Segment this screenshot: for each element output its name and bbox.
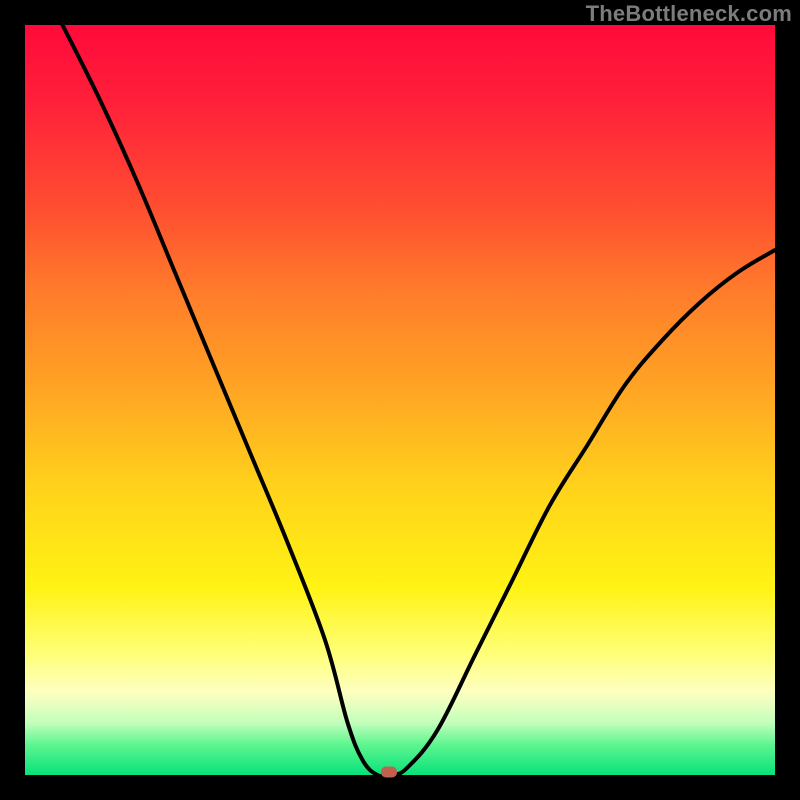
bottleneck-curve <box>25 25 775 775</box>
watermark-text: TheBottleneck.com <box>586 1 792 27</box>
chart-frame: TheBottleneck.com <box>0 0 800 800</box>
plot-area <box>25 25 775 775</box>
minimum-marker <box>381 767 397 778</box>
